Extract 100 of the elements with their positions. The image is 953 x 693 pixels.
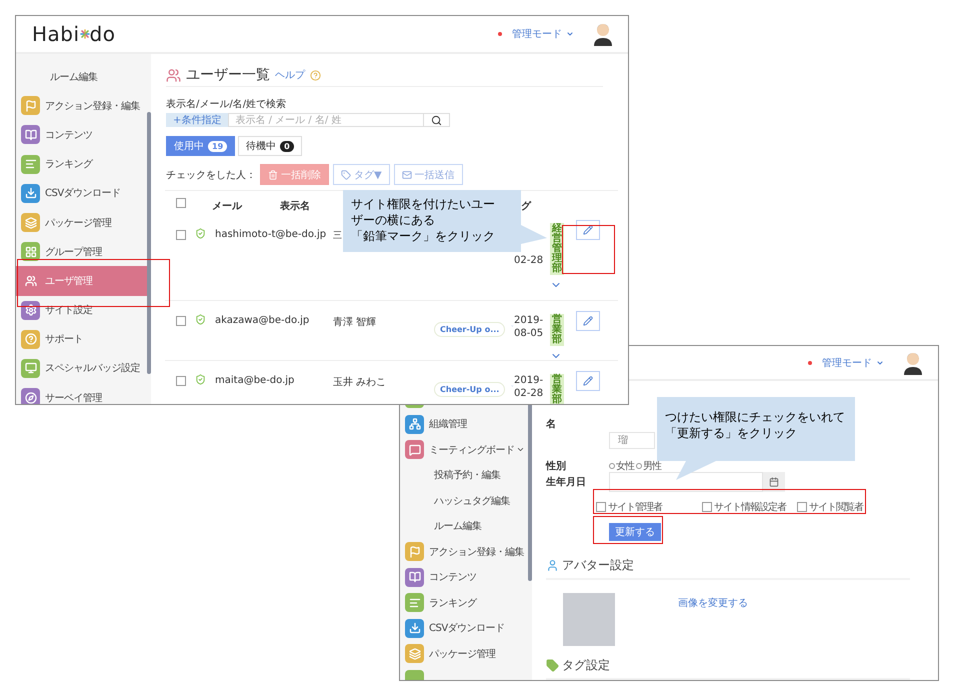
section-title: タグ設定 (562, 657, 610, 674)
group-badge: Cheer-Up o... (434, 322, 506, 337)
sidebar-item[interactable]: ランキング (400, 590, 528, 616)
radio-option[interactable]: 男性 (636, 459, 661, 474)
date-cell-text: 2019-02-28 (514, 374, 544, 400)
photo-placeholder (563, 593, 615, 646)
mode-menu[interactable]: 管理モード (808, 356, 884, 370)
logo-text: Habi (32, 22, 80, 46)
help-icon[interactable] (310, 70, 321, 80)
email-cell: akazawa@be-do.jp (215, 315, 310, 326)
pencil-icon (583, 316, 593, 326)
sidebar-item[interactable]: グループ管理 (16, 237, 147, 266)
mode-menu[interactable]: 管理モード (498, 27, 574, 41)
search-button[interactable] (424, 113, 450, 127)
calendar-icon[interactable] (763, 472, 785, 492)
sidebar-item[interactable]: 投稿予約・編集 (400, 462, 528, 488)
logo-text: do (90, 22, 116, 46)
sidebar-item[interactable]: ハッシュタグ編集 (400, 488, 528, 514)
column-header: 表示名 (280, 200, 310, 212)
highlight-frame (562, 225, 615, 274)
checkbox[interactable] (176, 316, 186, 326)
email-cell: maita@be-do.jp (215, 375, 294, 386)
sidebar-item[interactable]: サーベイ管理 (16, 383, 147, 404)
avatar-icon[interactable] (902, 350, 924, 374)
person-icon (546, 559, 559, 572)
count-badge: 0 (280, 140, 294, 152)
callout-text: 「鉛筆マーク」をクリック (351, 228, 495, 245)
sidebar-item[interactable]: CSVダウンロード (400, 616, 528, 641)
callout-text: つけたい権限にチェックをいれて (665, 409, 845, 426)
search-field[interactable]: 表示名 / メール / 名/ 姓 (228, 113, 424, 127)
tag-icon (341, 170, 351, 180)
caret-icon (566, 30, 574, 38)
name-field[interactable]: 瑠 (609, 432, 655, 449)
sidebar-item[interactable]: ランキング (16, 150, 147, 179)
column-header: グ (521, 200, 531, 212)
search-icon (431, 114, 442, 126)
radio-option[interactable]: 女性 (609, 459, 634, 474)
search-label: 表示名/メール/名/姓で検索 (166, 98, 288, 111)
shield-icon (195, 228, 206, 239)
sidebar-item[interactable]: アクション登録・編集 (16, 91, 147, 120)
sidebar-item[interactable]: コンテンツ (16, 120, 147, 150)
sidebar-item[interactable]: CSVダウンロード (16, 178, 147, 208)
page-title: ユーザー一覧 (186, 66, 270, 84)
avatar-icon[interactable] (592, 22, 614, 46)
role-checkbox[interactable]: サイト情報設定者 (702, 500, 797, 514)
bulk-label: チェックをした人： (166, 168, 256, 182)
pencil-icon (583, 225, 593, 235)
status-tab[interactable]: 使用中 19 (166, 136, 236, 156)
date-field[interactable] (609, 472, 763, 492)
help-link[interactable]: ヘルプ (275, 68, 305, 82)
callout-text: ザーの横にある (351, 212, 435, 228)
mail-icon (402, 170, 412, 180)
date-cell-text: 02-28 (514, 254, 544, 267)
edit-button[interactable] (576, 371, 600, 391)
pencil-icon (583, 376, 593, 386)
sidebar-item[interactable]: サポート (16, 324, 147, 354)
field-label: 生年月日 (546, 476, 587, 489)
scrollbar[interactable] (147, 112, 151, 374)
group-badge: Cheer-Up o... (434, 382, 506, 397)
change-image-link[interactable]: 画像を変更する (678, 596, 748, 610)
shield-icon (195, 374, 206, 385)
field-label: 名 (546, 418, 557, 431)
email-cell: hashimoto-t@be-do.jp (215, 229, 326, 240)
section-title: アバター設定 (562, 557, 634, 574)
sidebar-item[interactable]: ルーム編集 (16, 62, 147, 92)
trash-icon (268, 170, 278, 180)
sidebar-item[interactable]: スペシャルバッジ設定 (16, 354, 147, 384)
date-cell-text: 2019-08-05 (514, 314, 544, 340)
update-button[interactable]: 更新する (609, 523, 661, 541)
status-tab[interactable]: 待機中 0 (238, 136, 302, 156)
checkbox[interactable] (176, 198, 186, 208)
tag-label: 営業部 (550, 314, 564, 346)
sidebar-item[interactable]: アクション登録・編集 (400, 539, 528, 564)
checkbox[interactable] (176, 230, 186, 240)
sidebar-item[interactable]: コンテンツ (400, 564, 528, 590)
callout-text: 「更新する」をクリック (665, 425, 797, 442)
callout-text: サイト権限を付けたいユー (351, 196, 495, 212)
column-header: メール (212, 200, 242, 212)
role-checkbox[interactable]: サイト閲覧者 (797, 500, 877, 514)
count-badge: 19 (208, 140, 228, 152)
role-checkbox[interactable]: サイト管理者 (596, 500, 702, 514)
sidebar-item[interactable]: パッケージ管理 (400, 641, 528, 666)
edit-button[interactable] (576, 220, 600, 240)
field-label: 性別 (546, 460, 567, 474)
highlight-frame (593, 516, 663, 544)
sidebar-item[interactable]: 組織管理 (400, 412, 528, 437)
users-icon (166, 68, 181, 82)
sidebar-item[interactable]: パッケージ管理 (16, 208, 147, 238)
name-cell-text: 三 (333, 230, 342, 242)
checkbox[interactable] (176, 376, 186, 386)
edit-button[interactable] (576, 311, 600, 331)
tag-icon (546, 659, 559, 672)
caret-icon (876, 358, 884, 366)
logo-star-icon (80, 29, 90, 39)
shield-icon (195, 314, 206, 325)
tag-label: 営業部 (550, 374, 564, 404)
sidebar-item[interactable]: ミーティングボード (400, 437, 528, 462)
sidebar-item[interactable]: ルーム編集 (400, 514, 528, 539)
tag-label: 経営管理部 (550, 223, 564, 275)
name-cell-text: 玉井 みわこ (333, 376, 386, 389)
